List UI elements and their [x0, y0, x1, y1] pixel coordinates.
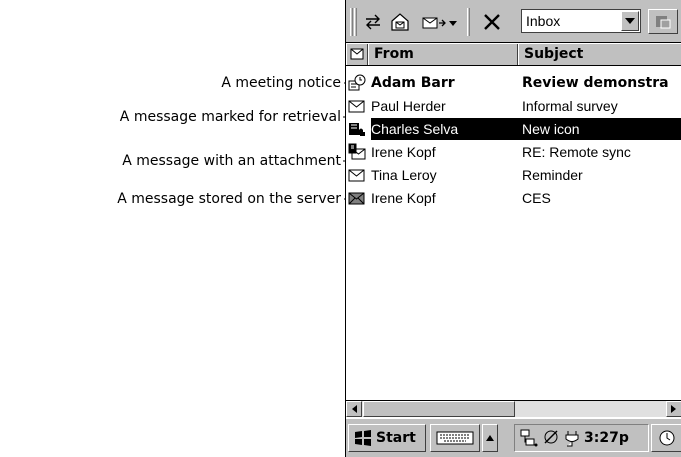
message-list-header: From Subject	[346, 44, 681, 66]
message-from: Paul Herder	[371, 98, 446, 114]
message-row[interactable]: Paul Herder Informal survey	[346, 95, 681, 117]
message-from: Tina Leroy	[371, 167, 437, 183]
message-subject: Review demonstra	[522, 75, 669, 91]
message-row[interactable]: Irene Kopf RE: Remote sync	[346, 141, 681, 163]
folder-dropdown-value: Inbox	[526, 13, 561, 29]
reply-button[interactable]	[360, 8, 386, 36]
server-message-icon	[348, 192, 365, 205]
disabled-action-icon	[656, 15, 671, 28]
arrow-right-icon	[671, 405, 676, 413]
envelope-icon	[348, 169, 365, 182]
network-sync-icon[interactable]	[519, 428, 539, 448]
attachment-icon	[348, 143, 366, 160]
toolbar-grip-2	[354, 8, 357, 36]
start-label: Start	[376, 430, 416, 446]
toolbar-separator	[467, 8, 470, 36]
clock[interactable]: 3:27p	[584, 430, 629, 446]
arrow-left-icon	[352, 405, 357, 413]
device-screen: Inbox From Subject Adam Barr Review demo…	[345, 0, 681, 457]
scroll-right-button[interactable]	[666, 401, 681, 417]
message-subject: Informal survey	[522, 98, 618, 114]
toolbar-grip[interactable]	[350, 8, 353, 36]
envelope-icon	[348, 100, 365, 113]
message-subject: RE: Remote sync	[522, 144, 631, 160]
move-to-button[interactable]	[418, 8, 462, 36]
message-from: Charles Selva	[371, 118, 518, 140]
delete-button[interactable]	[476, 8, 508, 36]
message-from: Adam Barr	[371, 75, 455, 91]
meeting-notice-icon	[348, 74, 366, 91]
column-header-from[interactable]: From	[368, 44, 518, 65]
chevron-up-icon	[486, 435, 494, 441]
marked-for-retrieval-icon	[349, 123, 365, 136]
move-dropdown-icon	[422, 17, 457, 29]
message-row-selected[interactable]: Charles Selva New icon	[346, 118, 681, 140]
send-receive-button[interactable]	[386, 8, 414, 36]
message-subject: CES	[522, 190, 551, 206]
folder-dropdown-arrow[interactable]	[621, 11, 639, 31]
scrollbar-thumb[interactable]	[363, 401, 515, 417]
keyboard-icon	[436, 431, 474, 445]
toolbar: Inbox	[346, 0, 681, 43]
chevron-down-icon	[625, 18, 635, 24]
input-panel-button[interactable]	[430, 424, 480, 452]
clock-alarm-icon	[659, 430, 674, 446]
message-subject: New icon	[518, 118, 681, 140]
send-receive-icon	[391, 13, 409, 31]
horizontal-scrollbar[interactable]	[346, 400, 681, 417]
delete-x-icon	[484, 14, 500, 30]
message-row[interactable]: Adam Barr Review demonstra	[346, 72, 681, 94]
tray-extra-button[interactable]	[651, 424, 681, 452]
column-header-subject[interactable]: Subject	[518, 44, 681, 65]
disabled-action-button[interactable]	[648, 9, 678, 34]
power-plug-icon[interactable]	[563, 428, 581, 448]
folder-dropdown[interactable]: Inbox	[521, 9, 641, 33]
windows-logo-icon	[355, 430, 371, 446]
message-subject: Reminder	[522, 167, 583, 183]
column-header-icon[interactable]	[346, 44, 368, 65]
start-button[interactable]: Start	[348, 424, 426, 452]
input-method-toggle[interactable]	[482, 424, 498, 452]
message-from: Irene Kopf	[371, 144, 436, 160]
activesync-icon[interactable]	[542, 428, 560, 448]
reply-arrows-icon	[366, 14, 380, 30]
envelope-column-icon	[350, 48, 364, 60]
message-row[interactable]: Irene Kopf CES	[346, 187, 681, 209]
scroll-left-button[interactable]	[346, 401, 362, 417]
taskbar: Start 3:27p	[346, 418, 681, 457]
message-row[interactable]: Tina Leroy Reminder	[346, 164, 681, 186]
message-from: Irene Kopf	[371, 190, 436, 206]
system-tray: 3:27p	[514, 424, 649, 452]
